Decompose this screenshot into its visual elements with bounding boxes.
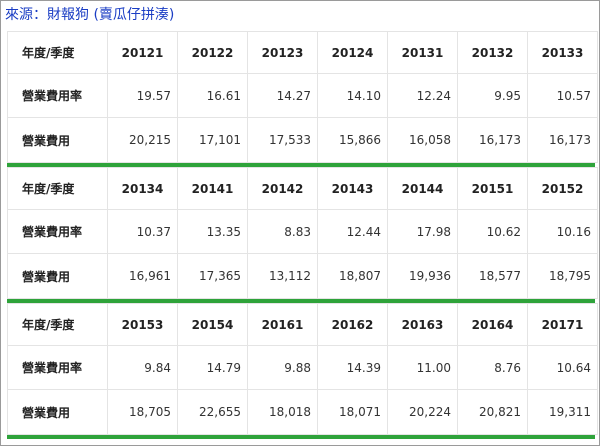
row-label: 營業費用: [7, 117, 108, 163]
header-cell: 20152: [527, 167, 598, 210]
header-cell: 20153: [107, 303, 178, 346]
header-cell: 20151: [457, 167, 528, 210]
value-cell: 17,533: [247, 117, 318, 163]
value-cell: 18,577: [457, 253, 528, 299]
value-cell: 14.79: [177, 345, 248, 390]
value-cell: 9.95: [457, 73, 528, 118]
value-cell: 12.44: [317, 209, 388, 254]
value-cell: 18,705: [107, 389, 178, 435]
table-row: 營業費用率 10.37 13.35 8.83 12.44 17.98 10.62…: [7, 209, 598, 254]
value-cell: 10.57: [527, 73, 598, 118]
header-row: 年度/季度 20153 20154 20161 20162 20163 2016…: [7, 303, 598, 346]
row-label: 營業費用率: [7, 345, 108, 390]
value-cell: 13,112: [247, 253, 318, 299]
value-cell: 12.24: [387, 73, 458, 118]
value-cell: 19.57: [107, 73, 178, 118]
row-label: 營業費用率: [7, 73, 108, 118]
header-cell: 20164: [457, 303, 528, 346]
header-cell: 年度/季度: [7, 303, 108, 346]
header-cell: 20121: [107, 31, 178, 74]
header-cell: 20131: [387, 31, 458, 74]
value-cell: 13.35: [177, 209, 248, 254]
value-cell: 17.98: [387, 209, 458, 254]
value-cell: 9.88: [247, 345, 318, 390]
header-cell: 20143: [317, 167, 388, 210]
value-cell: 9.84: [107, 345, 178, 390]
value-cell: 19,936: [387, 253, 458, 299]
value-cell: 16,961: [107, 253, 178, 299]
value-cell: 16,173: [457, 117, 528, 163]
header-cell: 20141: [177, 167, 248, 210]
header-cell: 20132: [457, 31, 528, 74]
value-cell: 10.62: [457, 209, 528, 254]
header-cell: 20122: [177, 31, 248, 74]
table-row: 營業費用 18,705 22,655 18,018 18,071 20,224 …: [7, 389, 598, 435]
table-block-1: 年度/季度 20121 20122 20123 20124 20131 2013…: [7, 31, 598, 163]
value-cell: 10.16: [527, 209, 598, 254]
table-block-3: 年度/季度 20153 20154 20161 20162 20163 2016…: [7, 303, 598, 435]
value-cell: 18,018: [247, 389, 318, 435]
table-row: 營業費用率 19.57 16.61 14.27 14.10 12.24 9.95…: [7, 73, 598, 118]
value-cell: 20,821: [457, 389, 528, 435]
value-cell: 16,058: [387, 117, 458, 163]
value-cell: 11.00: [387, 345, 458, 390]
header-cell: 20124: [317, 31, 388, 74]
value-cell: 14.27: [247, 73, 318, 118]
value-cell: 16.61: [177, 73, 248, 118]
value-cell: 18,071: [317, 389, 388, 435]
header-cell: 20123: [247, 31, 318, 74]
header-cell: 20134: [107, 167, 178, 210]
table-row: 營業費用率 9.84 14.79 9.88 14.39 11.00 8.76 1…: [7, 345, 598, 390]
header-cell: 20154: [177, 303, 248, 346]
row-label: 營業費用: [7, 389, 108, 435]
value-cell: 8.76: [457, 345, 528, 390]
value-cell: 16,173: [527, 117, 598, 163]
table-row: 營業費用 16,961 17,365 13,112 18,807 19,936 …: [7, 253, 598, 299]
header-cell: 20142: [247, 167, 318, 210]
row-label: 營業費用率: [7, 209, 108, 254]
header-cell: 20161: [247, 303, 318, 346]
header-cell: 20171: [527, 303, 598, 346]
value-cell: 18,807: [317, 253, 388, 299]
value-cell: 22,655: [177, 389, 248, 435]
table-block-2: 年度/季度 20134 20141 20142 20143 20144 2015…: [7, 167, 598, 299]
value-cell: 17,365: [177, 253, 248, 299]
value-cell: 17,101: [177, 117, 248, 163]
header-cell: 年度/季度: [7, 167, 108, 210]
table-row: 營業費用 20,215 17,101 17,533 15,866 16,058 …: [7, 117, 598, 163]
value-cell: 14.10: [317, 73, 388, 118]
source-caption: 來源：財報狗 (賣瓜仔拼湊): [5, 7, 175, 23]
header-row: 年度/季度 20134 20141 20142 20143 20144 2015…: [7, 167, 598, 210]
data-tables: 年度/季度 20121 20122 20123 20124 20131 2013…: [7, 31, 598, 439]
value-cell: 10.64: [527, 345, 598, 390]
header-cell: 20133: [527, 31, 598, 74]
header-cell: 20144: [387, 167, 458, 210]
value-cell: 19,311: [527, 389, 598, 435]
value-cell: 20,224: [387, 389, 458, 435]
value-cell: 18,795: [527, 253, 598, 299]
screenshot-frame: 來源：財報狗 (賣瓜仔拼湊) 年度/季度 20121 20122 20123 2…: [0, 0, 600, 446]
value-cell: 8.83: [247, 209, 318, 254]
header-cell: 20163: [387, 303, 458, 346]
header-cell: 20162: [317, 303, 388, 346]
value-cell: 14.39: [317, 345, 388, 390]
row-label: 營業費用: [7, 253, 108, 299]
green-divider: [7, 435, 595, 439]
value-cell: 20,215: [107, 117, 178, 163]
header-cell: 年度/季度: [7, 31, 108, 74]
value-cell: 10.37: [107, 209, 178, 254]
value-cell: 15,866: [317, 117, 388, 163]
header-row: 年度/季度 20121 20122 20123 20124 20131 2013…: [7, 31, 598, 74]
